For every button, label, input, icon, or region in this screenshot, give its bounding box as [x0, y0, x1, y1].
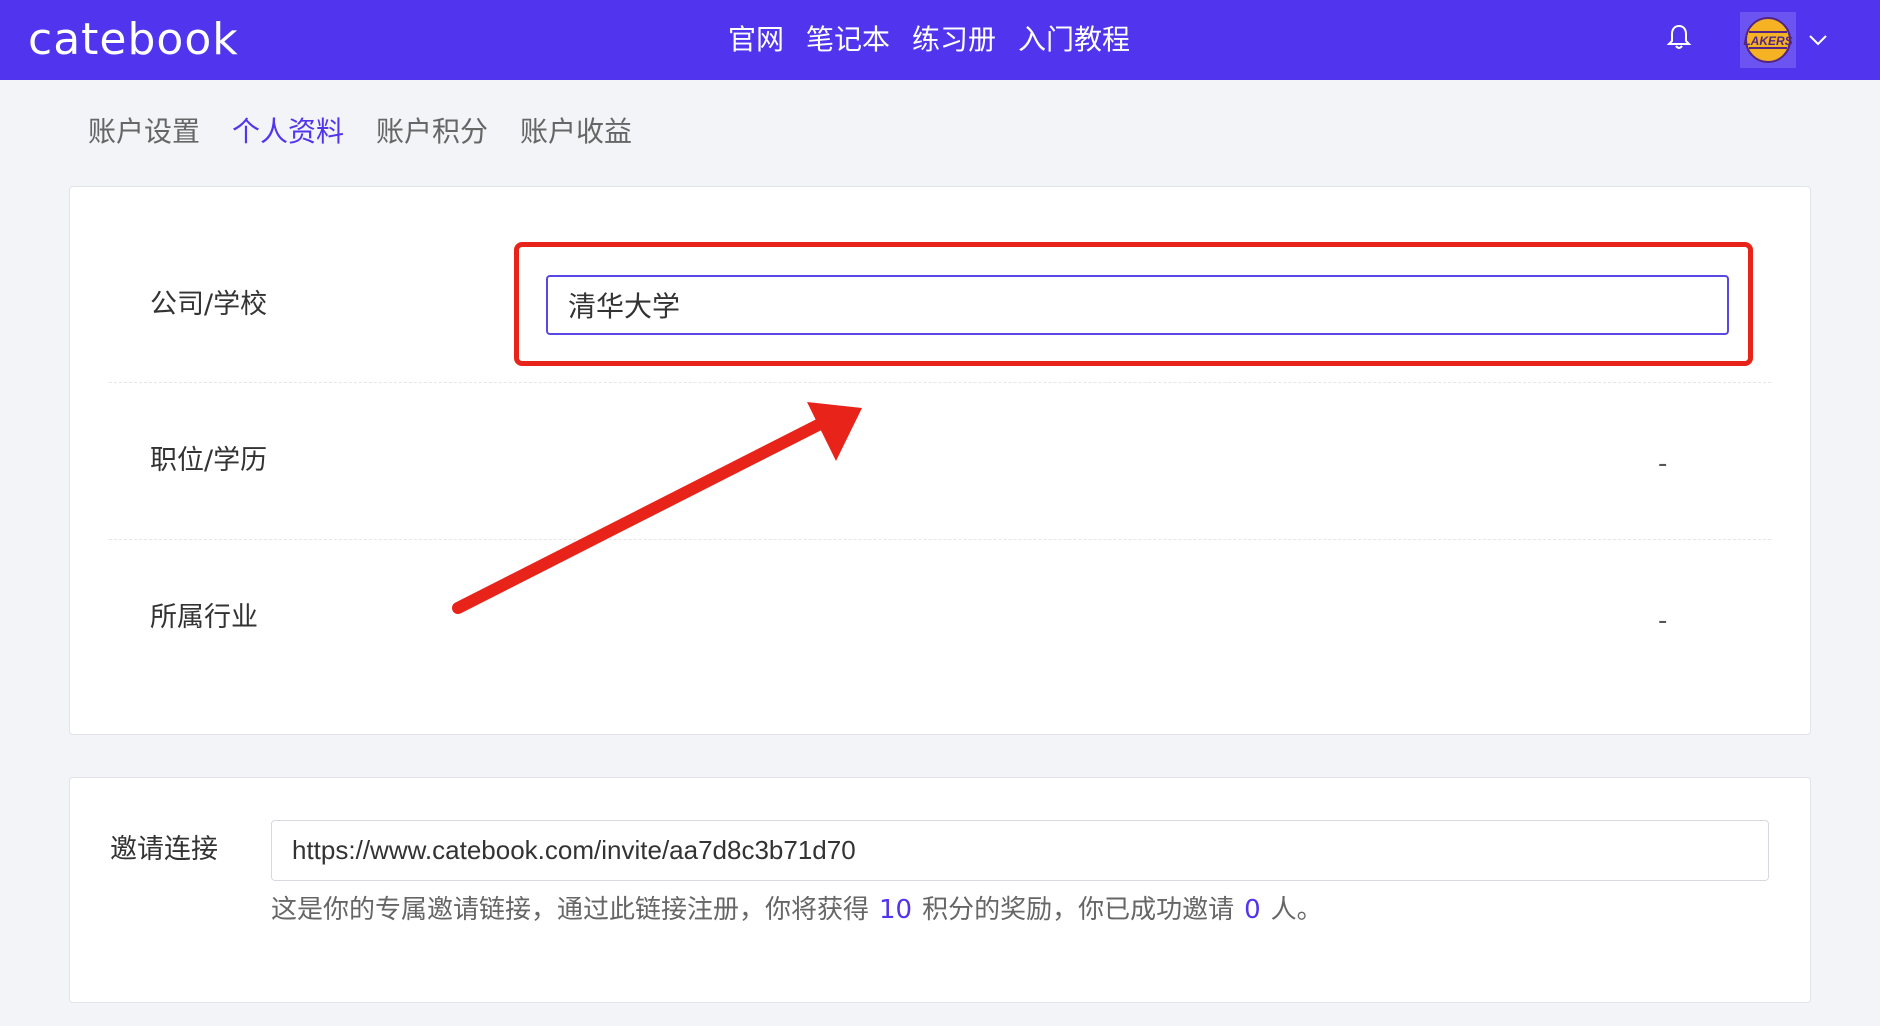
- invite-link-input[interactable]: [271, 820, 1769, 881]
- industry-label: 所属行业: [150, 602, 258, 633]
- invite-note: 这是你的专属邀请链接，通过此链接注册，你将获得 10 积分的奖励，你已成功邀请 0 人。: [271, 892, 1323, 928]
- invite-note-prefix: 这是你的专属邀请链接，通过此链接注册，你将获得: [271, 895, 870, 925]
- divider: [109, 539, 1771, 540]
- invite-card: [69, 777, 1811, 1003]
- logo[interactable]: catebook: [28, 14, 239, 65]
- invite-note-middle: 积分的奖励，你已成功邀请: [922, 895, 1235, 925]
- nav-item-workbook[interactable]: 练习册: [912, 22, 996, 58]
- bell-icon[interactable]: [1664, 22, 1694, 52]
- profile-card: [69, 186, 1811, 735]
- invite-count: 0: [1244, 895, 1261, 925]
- lakers-avatar-icon: LAKERS: [1743, 17, 1793, 63]
- tab-account-settings[interactable]: 账户设置: [88, 114, 200, 150]
- invite-points: 10: [879, 895, 913, 925]
- chevron-down-icon[interactable]: [1806, 28, 1830, 52]
- tab-account-earnings[interactable]: 账户收益: [520, 114, 632, 150]
- nav-item-notebook[interactable]: 笔记本: [806, 22, 890, 58]
- invite-note-suffix: 人。: [1270, 895, 1323, 925]
- account-tabs: 账户设置 个人资料 账户积分 账户收益: [88, 114, 632, 150]
- top-bar: catebook 官网 笔记本 练习册 入门教程 LAKERS: [0, 0, 1880, 80]
- company-input[interactable]: [546, 275, 1729, 335]
- tab-account-points[interactable]: 账户积分: [376, 114, 488, 150]
- tab-profile[interactable]: 个人资料: [232, 114, 344, 150]
- top-nav: 官网 笔记本 练习册 入门教程: [728, 22, 1130, 58]
- avatar-text: LAKERS: [1743, 34, 1792, 48]
- invite-label: 邀请连接: [110, 834, 218, 865]
- nav-item-tutorial[interactable]: 入门教程: [1018, 22, 1130, 58]
- nav-item-official-site[interactable]: 官网: [728, 22, 784, 58]
- company-label: 公司/学校: [150, 289, 268, 320]
- position-label: 职位/学历: [150, 445, 268, 476]
- divider: [109, 382, 1771, 383]
- industry-value: -: [1658, 606, 1668, 636]
- avatar[interactable]: LAKERS: [1740, 12, 1796, 68]
- position-value: -: [1658, 449, 1668, 479]
